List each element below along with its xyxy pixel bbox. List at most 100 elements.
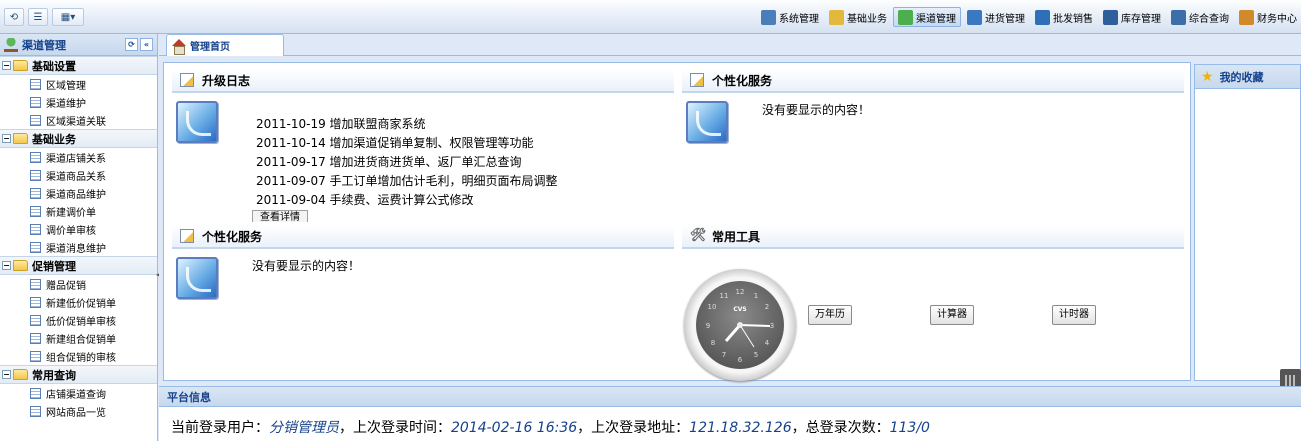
favorites-panel: ★ 我的收藏: [1194, 64, 1301, 381]
collapse-toggle-icon[interactable]: −: [2, 61, 11, 70]
svg-text:1: 1: [754, 292, 758, 300]
sidebar-item[interactable]: 低价促销单审核: [0, 311, 157, 329]
sidebar-item-label: 新建调价单: [46, 207, 96, 219]
sidebar-header: 渠道管理 ⟳ «: [0, 34, 157, 56]
panel-title: 常用工具: [712, 229, 761, 244]
empty-message: 没有要显示的内容！: [762, 103, 871, 117]
menu-item-1[interactable]: 基础业务: [825, 7, 891, 27]
document-icon: [30, 241, 41, 253]
document-icon: [30, 187, 41, 199]
menu-item-label: 进货管理: [985, 13, 1025, 25]
document-icon: [30, 96, 41, 108]
list-icon[interactable]: ☰: [28, 8, 48, 26]
svg-text:7: 7: [722, 351, 726, 359]
refresh-icon[interactable]: ⟲: [4, 8, 24, 26]
sidebar-item[interactable]: 渠道商品关系: [0, 166, 157, 184]
document-icon: [30, 151, 41, 163]
sidebar-item[interactable]: 新建组合促销单: [0, 329, 157, 347]
monitor-icon: [1103, 9, 1118, 25]
sidebar-item[interactable]: 渠道消息维护: [0, 238, 157, 256]
document-icon: [30, 78, 41, 90]
panel-title: 升级日志: [202, 73, 251, 88]
plant-icon: [898, 9, 913, 25]
menu-item-4[interactable]: 批发销售: [1031, 7, 1097, 27]
collapse-toggle-icon[interactable]: −: [2, 134, 11, 143]
menu-item-7[interactable]: 财务中心: [1235, 7, 1301, 27]
monitor-icon: [686, 101, 728, 143]
note-icon: [829, 9, 844, 25]
cart-icon: [967, 9, 982, 25]
calendar-button[interactable]: 万年历: [808, 305, 852, 325]
svg-text:10: 10: [708, 303, 717, 311]
menu-item-label: 财务中心: [1257, 13, 1297, 25]
tab-home[interactable]: 管理首页: [166, 34, 284, 56]
panel-header: 个性化服务: [172, 225, 674, 249]
login-count: 113/0: [889, 420, 930, 436]
sidebar-item-label: 店铺渠道查询: [46, 389, 106, 401]
bag-icon: [1035, 9, 1050, 25]
menu-item-5[interactable]: 库存管理: [1099, 7, 1165, 27]
sidebar-item-label: 区域管理: [46, 80, 86, 92]
menu-item-0[interactable]: 系统管理: [757, 7, 823, 27]
calculator-button[interactable]: 计算器: [930, 305, 974, 325]
sidebar-item[interactable]: 区域渠道关联: [0, 111, 157, 129]
document-icon: [30, 405, 41, 417]
sidebar-item[interactable]: 渠道商品维护: [0, 184, 157, 202]
label-last-login-address: ，上次登录地址：: [577, 420, 690, 436]
sidebar-item[interactable]: 店铺渠道查询: [0, 384, 157, 402]
sidebar-item[interactable]: 网站商品一览: [0, 402, 157, 420]
svg-text:11: 11: [720, 292, 729, 300]
sidebar-item-label: 新建组合促销单: [46, 334, 116, 346]
document-icon: [30, 387, 41, 399]
document-icon: [30, 314, 41, 326]
sidebar-item[interactable]: 渠道维护: [0, 93, 157, 111]
menu-item-3[interactable]: 进货管理: [963, 7, 1029, 27]
panel-header: 个性化服务: [682, 69, 1184, 93]
sidebar-group-label: 常用查询: [32, 368, 76, 382]
empty-message: 没有要显示的内容！: [252, 259, 361, 273]
collapse-toggle-icon[interactable]: −: [2, 370, 11, 379]
analog-clock: 12 1 2 3 45 6 78 9 10 11 CVS: [684, 269, 796, 381]
sidebar-item[interactable]: 渠道店铺关系: [0, 148, 157, 166]
upgrade-log-list: 2011-10-19 增加联盟商家系统 2011-10-14 增加渠道促销单复制、…: [256, 115, 558, 210]
label-login-count: ，总登录次数：: [791, 420, 890, 436]
common-tools-panel: 🛠 常用工具 12 1 2 345 678 9 10 11 CVS 万年历 计算…: [682, 225, 1184, 381]
home-icon: [171, 38, 186, 55]
svg-text:8: 8: [711, 339, 715, 347]
label-current-user: 当前登录用户：: [171, 420, 269, 436]
sidebar-group[interactable]: − 基础业务: [0, 129, 157, 148]
last-login-address: 121.18.32.126: [689, 420, 792, 436]
personal-service-panel-2: 个性化服务 没有要显示的内容！: [172, 225, 674, 375]
sidebar-item[interactable]: 调价单审核: [0, 220, 157, 238]
personal-service-panel-1: 个性化服务 没有要显示的内容！: [682, 69, 1184, 219]
view-details-button[interactable]: 查看详情: [252, 210, 308, 222]
sidebar-item[interactable]: 赠品促销: [0, 275, 157, 293]
menu-item-2[interactable]: 渠道管理: [893, 7, 961, 27]
sidebar-item[interactable]: 组合促销的审核: [0, 347, 157, 365]
current-user: 分销管理员: [269, 420, 339, 436]
svg-text:9: 9: [706, 322, 710, 330]
log-entry: 2011-09-17 增加进货商进货单、返厂单汇总查询: [256, 155, 522, 169]
menu-item-6[interactable]: 综合查询: [1167, 7, 1233, 27]
sidebar-item[interactable]: 区域管理: [0, 75, 157, 93]
menu-item-label: 基础业务: [847, 13, 887, 25]
timer-button[interactable]: 计时器: [1052, 305, 1096, 325]
document-icon: [30, 169, 41, 181]
sidebar-item-label: 组合促销的审核: [46, 352, 116, 364]
sidebar-group[interactable]: − 基础设置: [0, 56, 157, 75]
svg-text:6: 6: [738, 356, 743, 364]
sidebar-group[interactable]: − 常用查询: [0, 365, 157, 384]
sidebar-item[interactable]: 新建低价促销单: [0, 293, 157, 311]
menu-item-label: 库存管理: [1121, 13, 1161, 25]
collapse-toggle-icon[interactable]: −: [2, 261, 11, 270]
collapse-sidebar-button[interactable]: «: [140, 38, 153, 51]
sidebar-group[interactable]: − 促销管理: [0, 256, 157, 275]
sidebar-item[interactable]: 新建调价单: [0, 202, 157, 220]
sidebar-group-label: 促销管理: [32, 259, 76, 273]
clock-hands: 12 12 3 45 6 78 9 1011 CVS: [706, 288, 774, 364]
refresh-tree-button[interactable]: ⟳: [125, 38, 138, 51]
platform-info-panel: 平台信息 当前登录用户：分销管理员，上次登录时间：2014-02-16 16:3…: [159, 386, 1301, 441]
folder-icon: [13, 133, 28, 144]
document-icon: [30, 350, 41, 362]
theme-picker-icon[interactable]: ▦▾: [52, 8, 84, 26]
